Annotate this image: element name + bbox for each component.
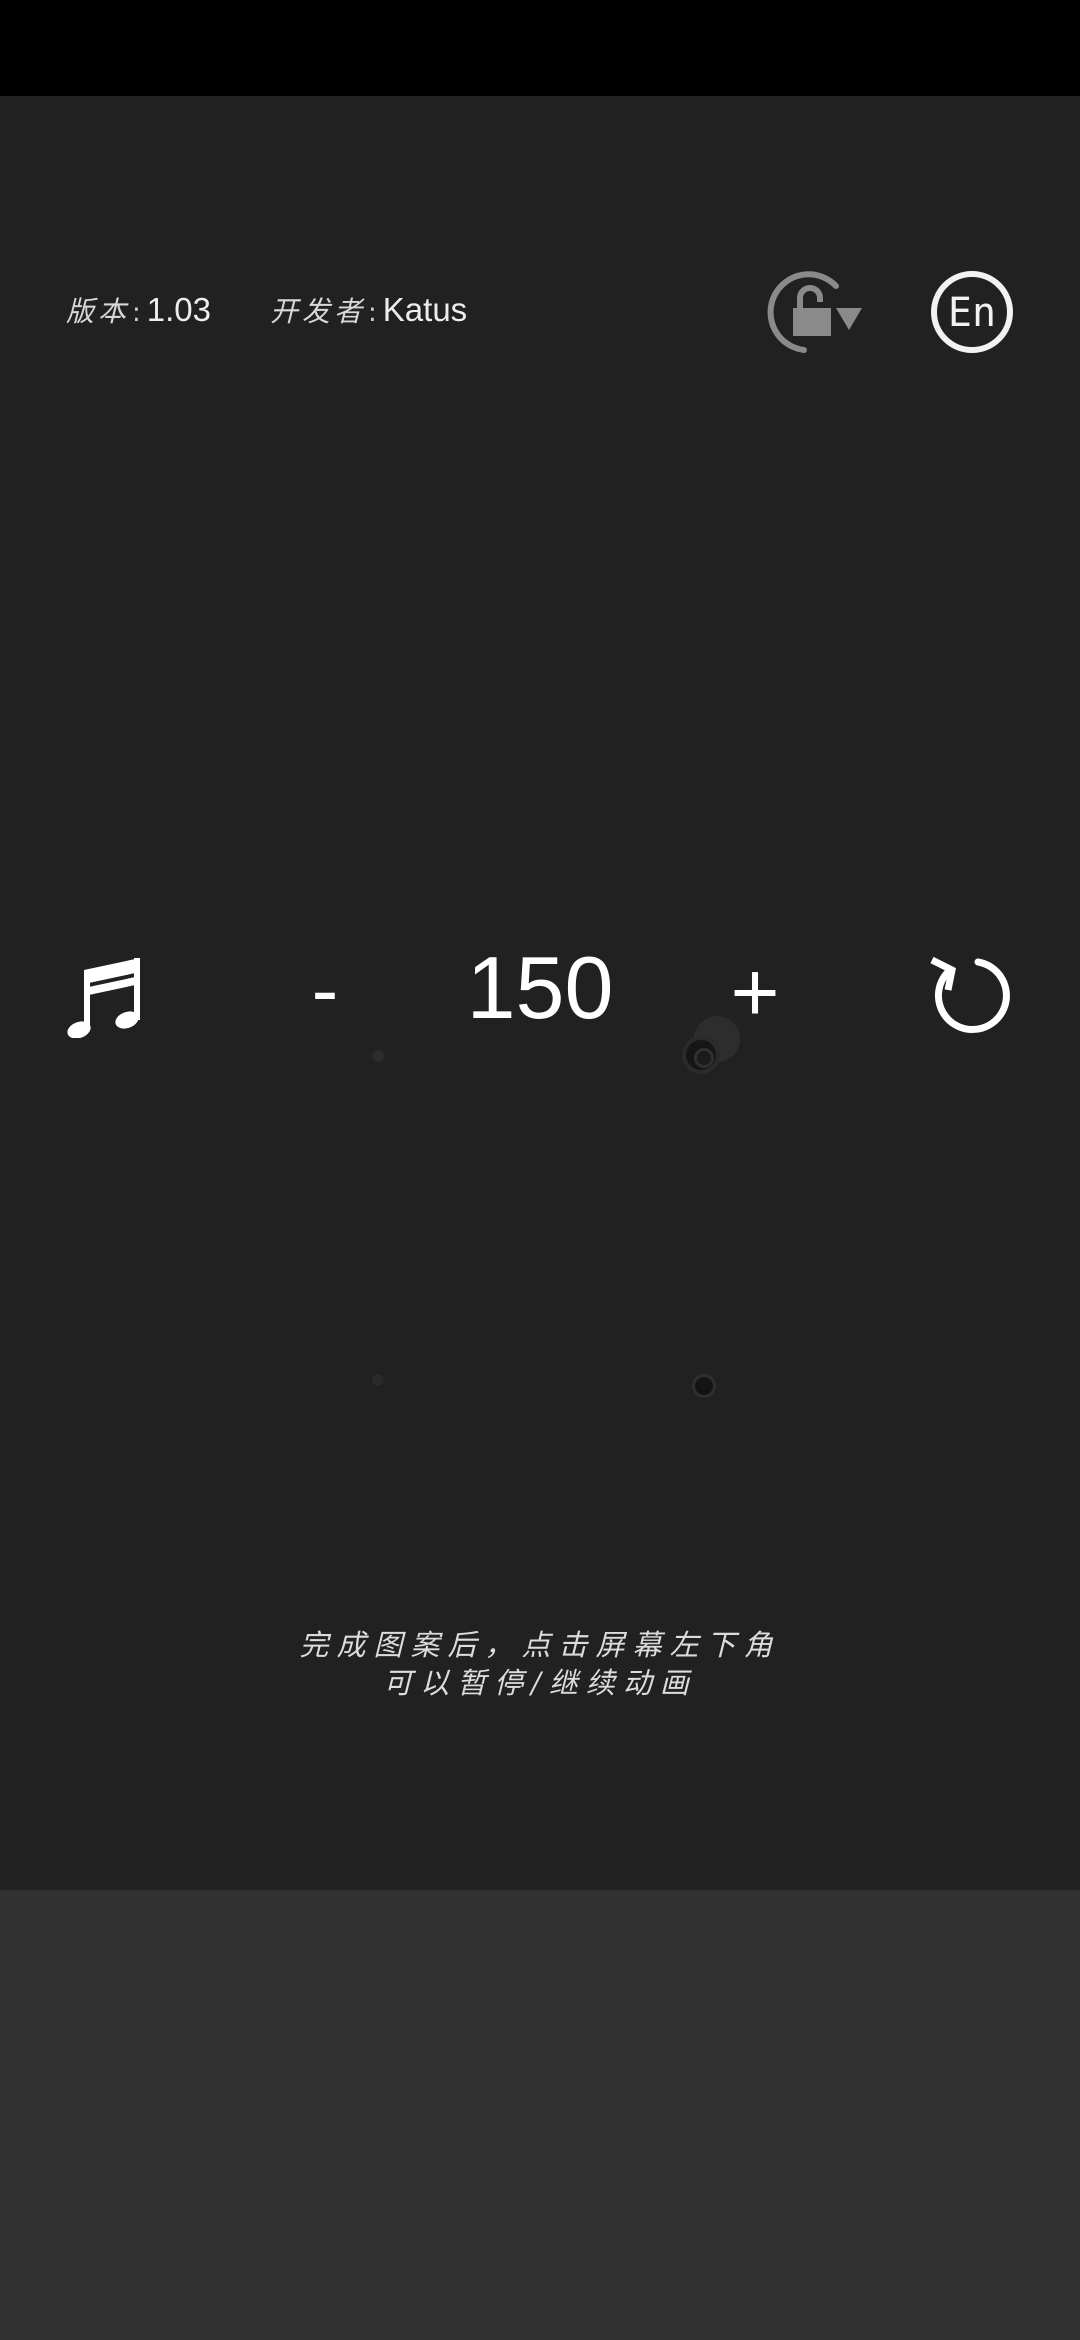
developer-value: Katus: [382, 291, 468, 328]
music-note-icon: [67, 958, 140, 1039]
rotation-unlock-icon: [767, 271, 862, 353]
speed-value: 150: [466, 938, 614, 1037]
reset-button[interactable]: [924, 948, 1014, 1038]
developer-colon: :: [368, 298, 377, 328]
decrease-speed-button[interactable]: -: [290, 950, 360, 1030]
language-button[interactable]: En: [928, 268, 1016, 356]
pattern-dot-center: [694, 1048, 714, 1068]
hint-line-2: 可以暂停/继续动画: [383, 1666, 697, 1700]
status-bar: [0, 0, 1080, 96]
hint-text: 完成图案后，点击屏幕左下角 可以暂停/继续动画: [240, 1626, 840, 1702]
pattern-dot[interactable]: [372, 1050, 384, 1062]
developer-label: 开发者: [270, 295, 367, 328]
music-toggle-button[interactable]: [64, 948, 148, 1039]
hint-line-1: 完成图案后，点击屏幕左下角: [299, 1628, 781, 1662]
pattern-dot[interactable]: [692, 1374, 716, 1398]
developer-info: 开发者 : Katus: [270, 290, 467, 330]
version-info: 版本 : 1.03: [66, 290, 211, 330]
language-en-icon: En: [931, 271, 1013, 353]
version-colon: :: [132, 298, 141, 328]
version-value: 1.03: [146, 291, 212, 328]
pattern-dot[interactable]: [372, 1374, 384, 1386]
bottom-panel: [0, 1890, 1080, 2340]
language-label: En: [948, 290, 996, 336]
version-label: 版本: [66, 295, 131, 328]
rotation-lock-button[interactable]: [764, 268, 864, 358]
reset-icon: [930, 956, 1010, 1034]
